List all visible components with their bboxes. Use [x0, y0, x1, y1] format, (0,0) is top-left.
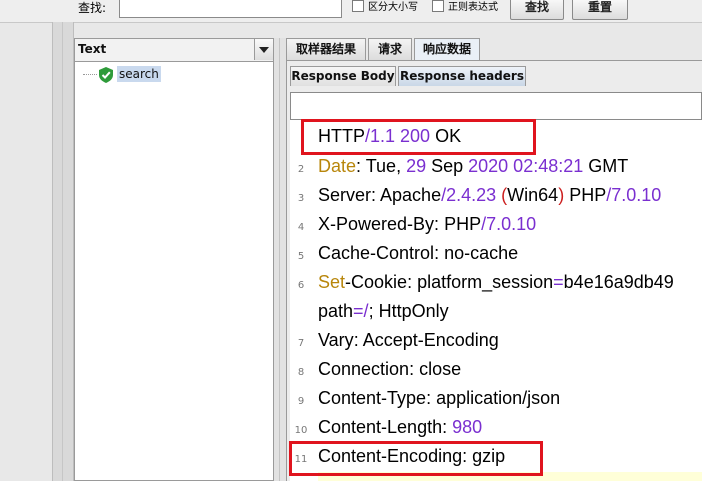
header-line-connection: Connection: close: [318, 359, 462, 379]
renderer-select-value: Text: [78, 42, 107, 56]
line-number: 8: [297, 367, 305, 378]
header-line-status: HTTP/1.1 200 OK: [318, 126, 462, 146]
search-bar: 查找: 区分大小写 正则表达式 查找 重置: [0, 0, 702, 23]
line-number: 10: [294, 425, 308, 436]
results-tree: Text search: [74, 38, 274, 481]
line-number: 3: [297, 193, 305, 204]
renderer-select[interactable]: Text: [75, 39, 273, 62]
reset-button[interactable]: 重置: [572, 0, 628, 20]
search-label: 查找:: [78, 1, 107, 15]
tree-item-label: search: [117, 66, 161, 82]
response-filter-field[interactable]: [290, 92, 702, 120]
success-shield-icon: [99, 67, 113, 83]
subtab-response-body[interactable]: Response Body: [290, 66, 396, 86]
left-splitter[interactable]: [52, 22, 74, 481]
line-number: 2: [297, 164, 305, 175]
header-line-cache-control: Cache-Control: no-cache: [318, 243, 519, 263]
response-headers-editor[interactable]: 2 3 4 5 6 7 8 9 10 11 HTTP/1.1 200 OK Da…: [290, 120, 702, 481]
subtab-response-headers[interactable]: Response headers: [398, 66, 526, 86]
line-number: 7: [297, 338, 305, 349]
line-number: 11: [294, 454, 308, 465]
header-line-content-encoding: Content-Encoding: gzip: [318, 446, 506, 466]
header-line-content-length: Content-Length: 980: [318, 417, 483, 437]
line-number: 4: [297, 222, 305, 233]
header-line-content-type: Content-Type: application/json: [318, 388, 561, 408]
search-input[interactable]: [119, 0, 342, 18]
header-line-set-cookie: Set-Cookie: platform_session=b4e16a9db49: [318, 272, 674, 292]
checkbox-box-icon: [432, 0, 444, 12]
header-line-cookie-continued: path=/; HttpOnly: [318, 301, 449, 321]
current-line-highlight: [318, 472, 702, 481]
find-button[interactable]: 查找: [510, 0, 564, 20]
tab-request[interactable]: 请求: [368, 38, 412, 60]
header-line-date: Date: Tue, 29 Sep 2020 02:48:21 GMT: [318, 156, 629, 176]
checkbox-box-icon: [352, 0, 364, 12]
case-sensitive-checkbox[interactable]: 区分大小写: [352, 0, 418, 14]
regex-checkbox[interactable]: 正则表达式: [432, 0, 498, 14]
header-line-x-powered-by: X-Powered-By: PHP/7.0.10: [318, 214, 537, 234]
line-number: 6: [297, 280, 305, 291]
line-number: 9: [297, 396, 305, 407]
line-number: 5: [297, 251, 305, 262]
header-line-vary: Vary: Accept-Encoding: [318, 330, 499, 350]
chevron-down-icon[interactable]: [254, 39, 273, 60]
panel-splitter[interactable]: [274, 38, 286, 481]
header-line-server: Server: Apache/2.4.23 (Win64) PHP/7.0.10: [318, 185, 662, 205]
tab-sampler-result[interactable]: 取样器结果: [286, 38, 366, 60]
tab-response-data[interactable]: 响应数据: [414, 38, 480, 60]
tree-connector-icon: [83, 74, 97, 75]
